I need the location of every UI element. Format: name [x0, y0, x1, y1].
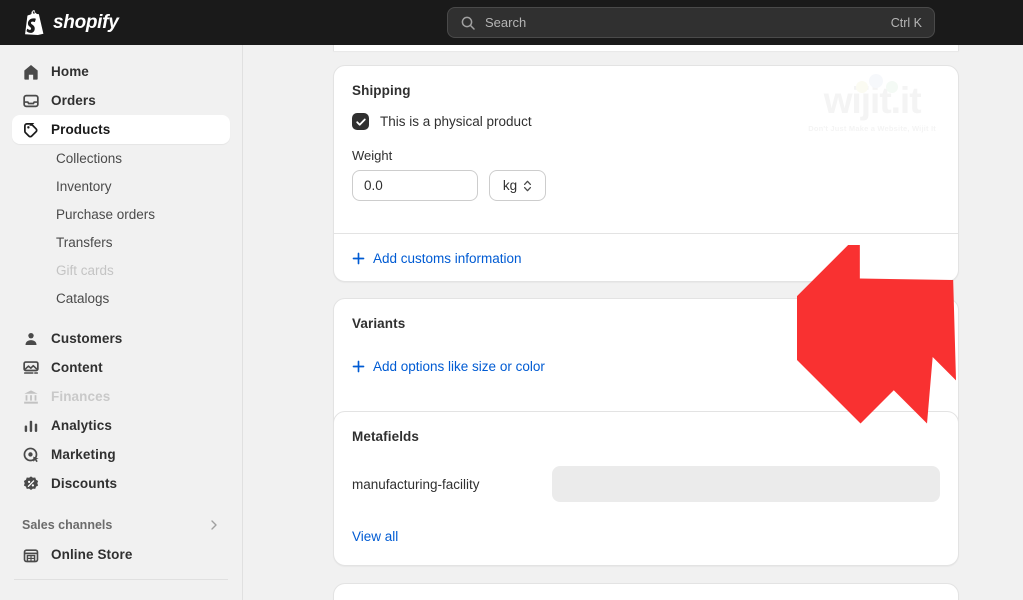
sidebar-item-label: Marketing: [51, 447, 116, 462]
add-options-label: Add options like size or color: [373, 359, 545, 374]
top-bar: shopify Search Ctrl K: [0, 0, 1023, 45]
physical-product-label: This is a physical product: [380, 114, 532, 129]
plus-icon: [352, 360, 365, 373]
physical-product-checkbox-row[interactable]: This is a physical product: [352, 113, 940, 130]
sidebar-item-label: Products: [51, 122, 111, 137]
metafields-title: Metafields: [352, 429, 420, 444]
sidebar-subitem-label: Purchase orders: [56, 206, 156, 222]
product-tag-icon: [24, 122, 38, 138]
metafield-key: manufacturing-facility: [352, 476, 480, 492]
search-input-placeholder[interactable]: Search: [485, 15, 891, 30]
add-options-link[interactable]: Add options like size or color: [352, 359, 545, 374]
sidebar-subitem-label: Collections: [56, 150, 123, 166]
physical-product-checkbox[interactable]: [352, 113, 369, 130]
weight-input[interactable]: [352, 170, 478, 201]
add-customs-information-label: Add customs information: [373, 251, 522, 266]
metafield-row: manufacturing-facility: [352, 466, 940, 502]
sidebar-item-gift-cards[interactable]: Gift cards: [12, 256, 230, 284]
checkmark-icon: [355, 118, 366, 126]
sidebar-item-marketing[interactable]: Marketing: [12, 440, 230, 469]
weight-field-row: kg: [352, 170, 940, 201]
sidebar-subitem-label: Gift cards: [56, 262, 114, 278]
sidebar-item-analytics[interactable]: Analytics: [12, 411, 230, 440]
sidebar-item-catalogs[interactable]: Catalogs: [12, 284, 230, 312]
sidebar-item-purchase-orders[interactable]: Purchase orders: [12, 200, 230, 228]
sidebar-subitem-label: Transfers: [56, 234, 113, 250]
plus-icon: [352, 252, 365, 265]
card-below-partial: [333, 583, 959, 600]
discount-badge-icon: [23, 475, 39, 490]
analytics-bars-icon: [24, 420, 38, 432]
sidebar-item-online-store[interactable]: Online Store: [12, 540, 230, 569]
sidebar-item-label: Analytics: [51, 418, 112, 433]
weight-unit-value: kg: [502, 178, 518, 193]
shipping-card: wijit.it Don't Just Make a Website, Wiji…: [333, 65, 959, 282]
marketing-target-icon: [23, 447, 39, 462]
home-icon: [24, 64, 38, 80]
sidebar-item-label: Discounts: [51, 476, 118, 491]
customer-person-icon: [25, 332, 37, 345]
brand-name: shopify: [53, 11, 119, 33]
sidebar-subitem-label: Inventory: [56, 178, 112, 194]
sidebar-item-label: Content: [51, 360, 103, 375]
shipping-card-divider: [334, 233, 958, 234]
search-icon: [461, 16, 475, 30]
shopify-bag-icon: [25, 10, 44, 35]
metafields-card: Metafields manufacturing-facility View a…: [333, 411, 959, 566]
sidebar-item-products[interactable]: Products: [12, 115, 230, 144]
sidebar-item-inventory[interactable]: Inventory: [12, 172, 230, 200]
variants-title: Variants: [352, 316, 406, 331]
shopify-brand[interactable]: shopify: [22, 10, 232, 35]
weight-label: Weight: [352, 148, 393, 163]
sidebar-item-label: Orders: [51, 93, 96, 108]
sidebar-item-content[interactable]: Content: [12, 353, 230, 382]
metafield-value-input[interactable]: [552, 466, 940, 502]
content-image-icon: [23, 360, 39, 374]
main-content: wijit.it Don't Just Make a Website, Wiji…: [243, 45, 1023, 600]
sidebar-section-label: Sales channels: [22, 518, 113, 532]
sidebar-item-home[interactable]: Home: [12, 57, 230, 86]
shipping-title: Shipping: [352, 83, 411, 98]
sidebar-item-customers[interactable]: Customers: [12, 324, 230, 353]
chevron-right-icon: [211, 520, 217, 530]
global-search[interactable]: Search Ctrl K: [447, 7, 935, 38]
metafields-view-all-link[interactable]: View all: [352, 529, 398, 544]
weight-unit-select[interactable]: kg: [489, 170, 546, 201]
sidebar-subitem-label: Catalogs: [56, 290, 110, 306]
orders-inbox-icon: [23, 94, 39, 107]
up-down-chevron-icon: [524, 180, 532, 191]
sidebar-item-label: Home: [51, 64, 89, 79]
card-above-partial: [333, 45, 959, 51]
search-shortcut-hint: Ctrl K: [890, 15, 922, 30]
sidebar-item-collections[interactable]: Collections: [12, 144, 230, 172]
sidebar-divider: [14, 579, 228, 580]
sidebar-item-label: Online Store: [51, 547, 133, 562]
sidebar-item-finances[interactable]: Finances: [12, 382, 230, 411]
sidebar-item-label: Customers: [51, 331, 123, 346]
sidebar-section-sales-channels[interactable]: Sales channels: [12, 510, 230, 540]
sidebar-item-transfers[interactable]: Transfers: [12, 228, 230, 256]
sidebar-item-label: Finances: [51, 389, 111, 404]
sidebar-item-orders[interactable]: Orders: [12, 86, 230, 115]
sidebar-item-discounts[interactable]: Discounts: [12, 469, 230, 498]
sidebar: Home Orders Products Collections Invento…: [0, 45, 243, 600]
online-store-icon: [23, 548, 39, 562]
add-customs-information-link[interactable]: Add customs information: [352, 251, 522, 266]
finances-bank-icon: [24, 389, 38, 404]
